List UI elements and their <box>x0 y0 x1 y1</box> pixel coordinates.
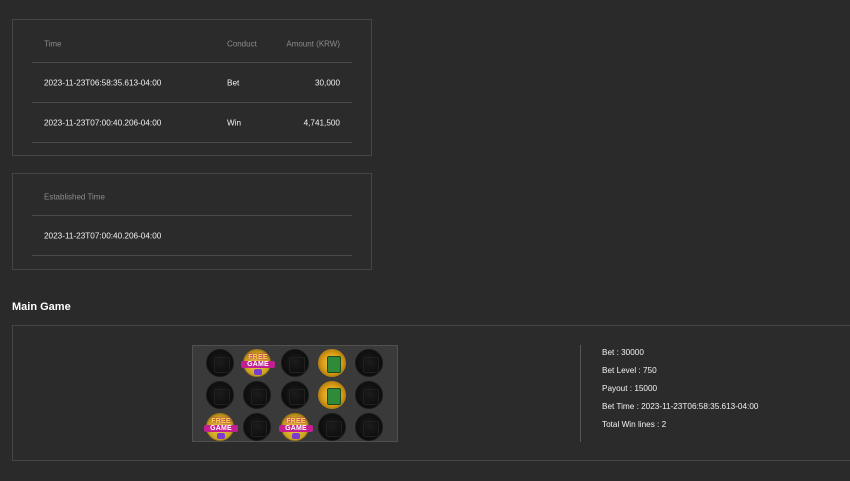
empty-symbol <box>281 381 309 409</box>
wild-symbol <box>318 381 346 409</box>
transaction-table: Time Conduct Amount (KRW) 2023-11-23T06:… <box>32 25 352 143</box>
row-time: 2023-11-23T06:58:35.613-04:00 <box>44 78 162 87</box>
empty-symbol <box>355 413 383 441</box>
bet-time-text: Bet Time : 2023-11-23T06:58:35.613-04:00 <box>602 402 759 411</box>
conduct-column-header: Conduct <box>227 39 257 48</box>
empty-symbol <box>243 413 271 441</box>
main-game-title: Main Game <box>12 301 71 313</box>
game-info: Bet : 30000 Bet Level : 750 Payout : 150… <box>602 348 758 438</box>
row-amount: 30,000 <box>314 78 340 87</box>
established-time-value: 2023-11-23T07:00:40.206-04:00 <box>44 231 162 240</box>
table-header-row: Established Time <box>32 178 352 216</box>
empty-symbol <box>355 381 383 409</box>
wild-symbol-figure <box>327 388 341 405</box>
table-row: 2023-11-23T07:00:40.206-04:00 Win 4,741,… <box>32 103 352 143</box>
free-game-symbol: FREE GAME <box>241 349 275 377</box>
row-conduct: Bet <box>227 78 240 87</box>
divider <box>580 345 581 442</box>
row-conduct: Win <box>227 118 242 127</box>
free-game-label-bottom: GAME <box>279 425 313 432</box>
free-game-label-top: FREE <box>286 418 306 425</box>
free-game-label-bottom: GAME <box>241 361 275 368</box>
main-game-panel: FREE GAME FREE GAME FREE GAME Bet : 30000 Bet… <box>12 325 850 461</box>
amount-column-header: Amount (KRW) <box>286 39 340 48</box>
established-time-panel: Established Time 2023-11-23T07:00:40.206… <box>12 173 372 270</box>
empty-symbol <box>355 349 383 377</box>
row-amount: 4,741,500 <box>303 118 340 127</box>
free-game-gem <box>217 433 225 439</box>
bet-level-text: Bet Level : 750 <box>602 366 657 375</box>
payout-text: Payout : 15000 <box>602 384 658 393</box>
empty-symbol <box>318 413 346 441</box>
free-game-label-top: FREE <box>211 418 231 425</box>
wild-symbol <box>318 349 346 377</box>
table-row: 2023-11-23T06:58:35.613-04:00 Bet 30,000 <box>32 63 352 103</box>
empty-symbol <box>281 349 309 377</box>
row-time: 2023-11-23T07:00:40.206-04:00 <box>44 118 162 127</box>
bet-text: Bet : 30000 <box>602 348 644 357</box>
free-game-label-top: FREE <box>248 354 268 361</box>
free-game-label-bottom: GAME <box>204 425 238 432</box>
established-time-header: Established Time <box>44 192 105 201</box>
empty-symbol <box>206 349 234 377</box>
established-table: Established Time 2023-11-23T07:00:40.206… <box>32 178 352 256</box>
reel-grid: FREE GAME FREE GAME FREE GAME <box>192 345 398 442</box>
empty-symbol <box>243 381 271 409</box>
wild-symbol-figure <box>327 356 341 373</box>
free-game-symbol: FREE GAME <box>204 413 238 441</box>
free-game-gem <box>254 369 262 375</box>
time-column-header: Time <box>44 39 62 48</box>
transaction-panel: Time Conduct Amount (KRW) 2023-11-23T06:… <box>12 19 372 156</box>
empty-symbol <box>206 381 234 409</box>
total-win-lines-text: Total Win lines : 2 <box>602 420 667 429</box>
free-game-symbol: FREE GAME <box>279 413 313 441</box>
table-header-row: Time Conduct Amount (KRW) <box>32 25 352 63</box>
free-game-gem <box>292 433 300 439</box>
table-row: 2023-11-23T07:00:40.206-04:00 <box>32 216 352 256</box>
